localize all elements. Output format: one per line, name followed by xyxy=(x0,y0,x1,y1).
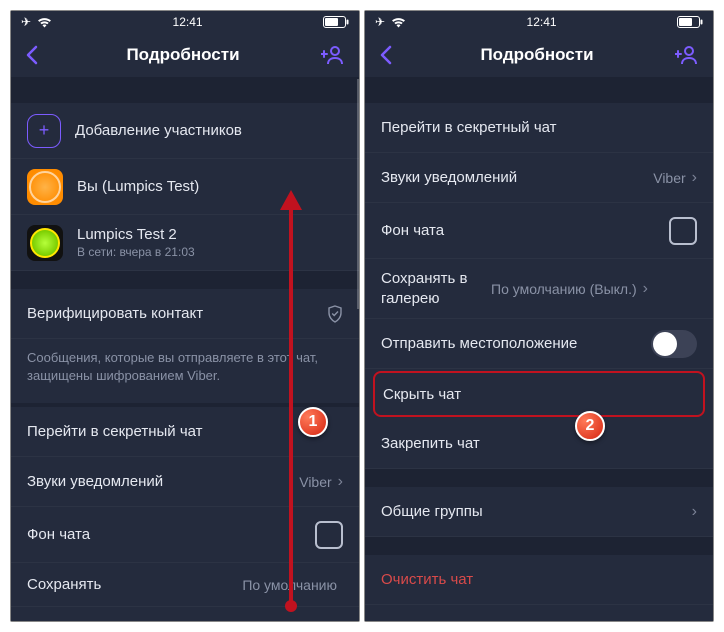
encryption-note: Сообщения, которые вы отправляете в этот… xyxy=(11,339,359,403)
pin-chat-label: Закрепить чат xyxy=(381,435,697,452)
battery-icon xyxy=(323,16,349,28)
nav-bar: Подробности xyxy=(365,33,713,77)
notification-sounds-row[interactable]: Звуки уведомлений Viber › xyxy=(365,153,713,203)
common-groups-row[interactable]: Общие группы › xyxy=(365,487,713,537)
add-participants-label: Добавление участников xyxy=(75,122,343,139)
pin-chat-row[interactable]: Закрепить чат xyxy=(365,419,713,469)
phone-screen-1: ✈ 12:41 Подробности + Добавление участни… xyxy=(11,11,359,621)
chevron-right-icon: › xyxy=(643,280,648,298)
notification-sounds-label: Звуки уведомлений xyxy=(381,169,653,186)
add-participants-row[interactable]: + Добавление участников xyxy=(11,103,359,159)
plus-icon: + xyxy=(27,114,61,148)
common-groups-label: Общие группы xyxy=(381,503,692,520)
chat-background-label: Фон чата xyxy=(27,526,315,543)
status-time: 12:41 xyxy=(527,15,557,29)
nav-bar: Подробности xyxy=(11,33,359,77)
shield-icon xyxy=(327,305,343,323)
participant-2-status: В сети: вчера в 21:03 xyxy=(77,245,195,259)
participant-you-label: Вы (Lumpics Test) xyxy=(77,178,343,195)
notification-sounds-label: Звуки уведомлений xyxy=(27,473,299,490)
avatar-lime-icon xyxy=(27,225,63,261)
chat-background-label: Фон чата xyxy=(381,222,669,239)
save-gallery-label: Сохранять в галерею xyxy=(381,269,491,308)
status-time: 12:41 xyxy=(173,15,203,29)
avatar-orange-icon xyxy=(27,169,63,205)
notification-sounds-value: Viber xyxy=(653,170,685,186)
airplane-icon: ✈ xyxy=(375,15,385,29)
nav-title: Подробности xyxy=(480,45,593,65)
nav-title: Подробности xyxy=(126,45,239,65)
chevron-right-icon: › xyxy=(692,169,697,187)
add-contact-button[interactable] xyxy=(675,43,699,67)
participant-2-row[interactable]: Lumpics Test 2 В сети: вчера в 21:03 xyxy=(11,215,359,271)
chevron-right-icon: › xyxy=(692,503,697,521)
location-toggle[interactable] xyxy=(651,330,697,358)
save-gallery-row[interactable]: Сохранять По умолчанию xyxy=(11,563,359,607)
participant-you-row[interactable]: Вы (Lumpics Test) xyxy=(11,159,359,215)
save-gallery-label: Сохранять xyxy=(27,576,242,593)
secret-chat-label: Перейти в секретный чат xyxy=(27,423,343,440)
hide-chat-row[interactable]: Скрыть чат xyxy=(373,371,705,417)
airplane-icon: ✈ xyxy=(21,15,31,29)
secret-chat-row[interactable]: Перейти в секретный чат xyxy=(365,103,713,153)
notification-sounds-value: Viber xyxy=(299,474,331,490)
background-thumb-icon xyxy=(315,521,343,549)
verify-contact-label: Верифицировать контакт xyxy=(27,305,327,322)
annotation-arrow-up xyxy=(289,206,293,606)
secret-chat-label: Перейти в секретный чат xyxy=(381,119,697,136)
chat-background-row[interactable]: Фон чата xyxy=(11,507,359,563)
annotation-badge-1: 1 xyxy=(298,407,328,437)
chat-background-row[interactable]: Фон чата xyxy=(365,203,713,259)
background-thumb-icon xyxy=(669,217,697,245)
send-location-label: Отправить местоположение xyxy=(381,335,651,352)
back-button[interactable] xyxy=(25,45,45,65)
verify-contact-row[interactable]: Верифицировать контакт xyxy=(11,289,359,339)
phone-screen-2: ✈ 12:41 Подробности Перейти в секретный … xyxy=(365,11,713,621)
status-bar: ✈ 12:41 xyxy=(365,11,713,33)
scroll-indicator xyxy=(357,79,359,309)
wifi-icon xyxy=(37,17,52,28)
save-gallery-row[interactable]: Сохранять в галерею По умолчанию (Выкл.)… xyxy=(365,259,713,319)
save-gallery-value: По умолчанию (Выкл.) xyxy=(491,281,637,297)
notification-sounds-row[interactable]: Звуки уведомлений Viber › xyxy=(11,457,359,507)
hide-chat-label: Скрыть чат xyxy=(383,386,695,403)
back-button[interactable] xyxy=(379,45,399,65)
status-bar: ✈ 12:41 xyxy=(11,11,359,33)
participant-2-name: Lumpics Test 2 xyxy=(77,226,195,243)
send-location-row[interactable]: Отправить местоположение xyxy=(365,319,713,369)
clear-chat-row[interactable]: Очистить чат xyxy=(365,555,713,605)
wifi-icon xyxy=(391,17,406,28)
clear-chat-label: Очистить чат xyxy=(381,571,697,588)
annotation-badge-2: 2 xyxy=(575,411,605,441)
chevron-right-icon: › xyxy=(338,473,343,491)
add-contact-button[interactable] xyxy=(321,43,345,67)
battery-icon xyxy=(677,16,703,28)
